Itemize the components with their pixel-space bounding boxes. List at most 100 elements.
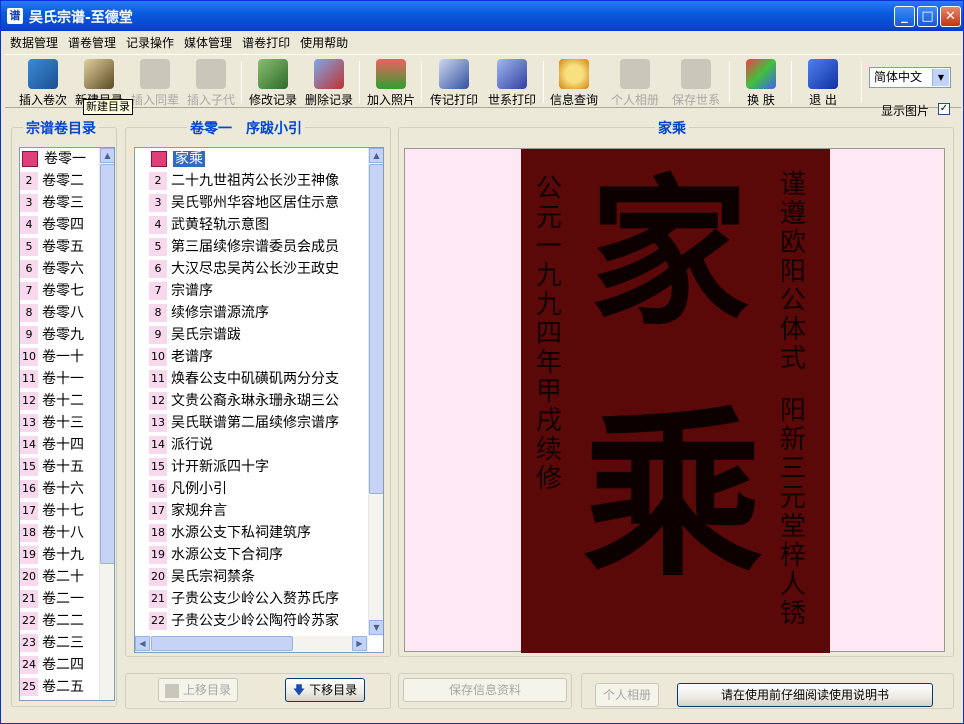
volume-list-scrollbar[interactable]: ▲	[99, 148, 114, 700]
section-item[interactable]: 14 派行说	[135, 434, 368, 456]
section-item[interactable]: 家乘	[135, 148, 368, 170]
save-lineage-button[interactable]: 保存世系	[667, 57, 725, 107]
volume-item[interactable]: 20 卷二十	[20, 566, 98, 588]
section-item[interactable]: 13 吴氏联谱第二届续修宗谱序	[135, 412, 368, 434]
exit-button[interactable]: 退 出	[795, 57, 851, 107]
volume-item[interactable]: 5 卷零五	[20, 236, 98, 258]
scroll-up-icon[interactable]: ▲	[100, 148, 114, 163]
menu-data-management[interactable]: 数据管理	[5, 32, 63, 53]
volume-item[interactable]: 3 卷零三	[20, 192, 98, 214]
section-item[interactable]: 4 武黄轻轨示意图	[135, 214, 368, 236]
volume-item[interactable]: 25 卷二五	[20, 676, 98, 698]
language-select[interactable]: 简体中文 ▼	[869, 67, 951, 88]
section-item[interactable]: 18 水源公支下私祠建筑序	[135, 522, 368, 544]
item-number: 12	[20, 392, 38, 410]
volume-item[interactable]: 7 卷零七	[20, 280, 98, 302]
hscroll-thumb[interactable]	[151, 636, 293, 651]
insert-peer-button[interactable]: 插入同辈	[127, 57, 183, 107]
volume-item[interactable]: 4 卷零四	[20, 214, 98, 236]
section-item[interactable]: 19 水源公支下合祠序	[135, 544, 368, 566]
section-item[interactable]: 20 吴氏宗祠禁条	[135, 566, 368, 588]
move-up-button[interactable]: 上移目录	[158, 678, 238, 702]
title-bar[interactable]: 谱 吴氏宗谱-至德堂 _ □ ✕	[1, 1, 963, 31]
volume-item[interactable]: 21 卷二一	[20, 588, 98, 610]
volume-item[interactable]: 19 卷十九	[20, 544, 98, 566]
volume-item[interactable]: 13 卷十三	[20, 412, 98, 434]
menu-record-operations[interactable]: 记录操作	[121, 32, 179, 53]
scroll-up-icon[interactable]: ▲	[369, 148, 383, 163]
volume-item[interactable]: 8 卷零八	[20, 302, 98, 324]
section-item[interactable]: 16 凡例小引	[135, 478, 368, 500]
section-item[interactable]: 5 第三届续修宗谱委员会成员	[135, 236, 368, 258]
section-list[interactable]: 家乘 2 二十九世祖芮公长沙王神像 3 吴氏鄂州华容地区居住示意 4 武黄轻轨示意图 5 第三届…	[134, 147, 384, 653]
section-item[interactable]: 3 吴氏鄂州华容地区居住示意	[135, 192, 368, 214]
minimize-button[interactable]: _	[894, 6, 915, 27]
section-list-vscrollbar[interactable]: ▲ ▼	[368, 148, 383, 636]
item-number: 16	[149, 480, 167, 498]
scroll-right-icon[interactable]: ▶	[352, 636, 367, 651]
delete-record-button[interactable]: 删除记录	[301, 57, 357, 107]
menu-volume-management[interactable]: 谱卷管理	[63, 32, 121, 53]
section-item[interactable]: 6 大汉尽忠吴芮公长沙王政史	[135, 258, 368, 280]
volume-item[interactable]: 9 卷零九	[20, 324, 98, 346]
section-item[interactable]: 12 文贵公裔永琳永珊永瑚三公	[135, 390, 368, 412]
volume-item[interactable]: 10 卷一十	[20, 346, 98, 368]
read-manual-button[interactable]: 请在使用前仔细阅读使用说明书	[677, 683, 933, 707]
volume-item[interactable]: 23 卷二三	[20, 632, 98, 654]
close-button[interactable]: ✕	[940, 6, 961, 27]
print-lineage-button[interactable]: 世系打印	[483, 57, 541, 107]
volume-item[interactable]: 6 卷零六	[20, 258, 98, 280]
section-label: 二十九世祖芮公长沙王神像	[171, 173, 339, 189]
section-item[interactable]: 7 宗谱序	[135, 280, 368, 302]
volume-item[interactable]: 22 卷二二	[20, 610, 98, 632]
volume-list[interactable]: 卷零一 2 卷零二 3 卷零三 4 卷零四 5 卷零五 6 卷零六 7 卷零七 8 卷零八 9 卷零九 10 卷一十…	[19, 147, 115, 701]
volume-item[interactable]: 24 卷二四	[20, 654, 98, 676]
personal-album-button-bottom[interactable]: 个人相册	[595, 683, 659, 707]
insert-child-button[interactable]: 插入子代	[183, 57, 239, 107]
item-number: 2	[149, 172, 167, 190]
volume-item[interactable]: 12 卷十二	[20, 390, 98, 412]
info-query-button[interactable]: 信息查询	[545, 57, 603, 107]
chevron-down-icon[interactable]: ▼	[932, 69, 949, 86]
section-item[interactable]: 22 子贵公支少岭公陶符岭苏家	[135, 610, 368, 632]
section-item[interactable]: 15 计开新派四十字	[135, 456, 368, 478]
section-list-hscrollbar[interactable]: ◀ ▶	[135, 636, 368, 652]
item-number: 4	[149, 216, 167, 234]
scroll-thumb[interactable]	[369, 164, 383, 494]
edit-record-button[interactable]: 修改记录	[245, 57, 301, 107]
volume-item[interactable]: 11 卷十一	[20, 368, 98, 390]
show-picture-checkbox[interactable]: ✓	[938, 103, 950, 115]
section-item[interactable]: 8 续修宗谱源流序	[135, 302, 368, 324]
volume-item[interactable]: 18 卷十八	[20, 522, 98, 544]
print-biography-button[interactable]: 传记打印	[425, 57, 483, 107]
volume-item[interactable]: 17 卷十七	[20, 500, 98, 522]
personal-album-button[interactable]: 个人相册	[607, 57, 663, 107]
menu-help[interactable]: 使用帮助	[295, 32, 353, 53]
insert-volume-button[interactable]: 插入卷次	[15, 57, 71, 107]
save-info-button[interactable]: 保存信息资料	[403, 678, 567, 702]
change-skin-button[interactable]: 换 肤	[733, 57, 789, 107]
item-number: 13	[20, 414, 38, 432]
section-item[interactable]: 11 焕春公支中矶磺矶两分分支	[135, 368, 368, 390]
edit-document-icon	[258, 59, 288, 89]
section-item[interactable]: 17 家规弁言	[135, 500, 368, 522]
volume-item[interactable]: 15 卷十五	[20, 456, 98, 478]
volume-item[interactable]: 卷零一	[20, 148, 98, 170]
scroll-thumb[interactable]	[100, 164, 114, 564]
scroll-left-icon[interactable]: ◀	[135, 636, 150, 651]
menu-volume-print[interactable]: 谱卷打印	[237, 32, 295, 53]
pen-icon	[84, 59, 114, 89]
maximize-button[interactable]: □	[917, 6, 938, 27]
add-photo-button[interactable]: 加入照片	[363, 57, 419, 107]
volume-item[interactable]: 16 卷十六	[20, 478, 98, 500]
section-item[interactable]: 10 老谱序	[135, 346, 368, 368]
move-down-button[interactable]: 🡇 下移目录	[285, 678, 365, 702]
section-label: 吴氏宗祠禁条	[171, 569, 255, 585]
section-item[interactable]: 21 子贵公支少岭公入赘苏氏序	[135, 588, 368, 610]
menu-media-management[interactable]: 媒体管理	[179, 32, 237, 53]
section-item[interactable]: 2 二十九世祖芮公长沙王神像	[135, 170, 368, 192]
volume-item[interactable]: 2 卷零二	[20, 170, 98, 192]
volume-item[interactable]: 14 卷十四	[20, 434, 98, 456]
section-item[interactable]: 9 吴氏宗谱跋	[135, 324, 368, 346]
scroll-down-icon[interactable]: ▼	[369, 620, 383, 635]
